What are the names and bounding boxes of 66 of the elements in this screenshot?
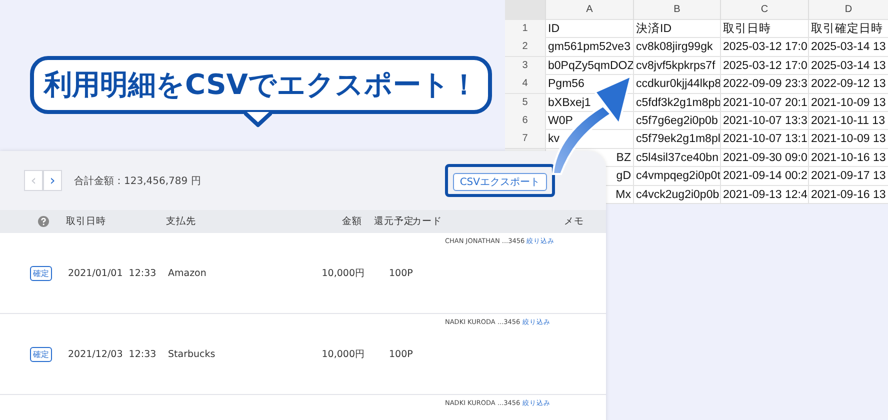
help-icon[interactable]: [38, 216, 49, 227]
row-number: 6: [505, 112, 545, 130]
sheet-cell: b0PqZy5qmDOZ: [545, 56, 633, 75]
row-number: 7: [505, 130, 545, 148]
sheet-cell: 2021-10-07 13:1: [720, 130, 808, 148]
sheet-cell: 取引確定日時: [808, 20, 888, 38]
row-number: 4: [505, 75, 545, 94]
column-header[interactable]: B: [633, 0, 720, 20]
speech-bubble: 利用明細をCSVでエクスポート！: [30, 56, 492, 114]
sheet-cell: ID: [545, 20, 633, 38]
sheet-cell: cv8jvf5kpkrps7f: [633, 56, 720, 75]
transaction-date: 2021/01/01 12:33: [68, 268, 156, 278]
row-number: 3: [505, 56, 545, 75]
bubble-tail: [244, 112, 272, 128]
sheet-cell: c5fdf3k2g1m8pb: [633, 94, 720, 112]
column-header: 金額: [342, 215, 362, 228]
column-header[interactable]: D: [808, 0, 888, 20]
sheet-cell: 2021-10-11 13: [808, 112, 888, 130]
row-number: 5: [505, 94, 545, 112]
sheet-cell: c5f7g6eg2i0p0b: [633, 112, 720, 130]
row-number: 2: [505, 38, 545, 56]
sheet-cell: c4vck2ug2i0p0b: [633, 186, 720, 204]
sheet-cell: 2022-09-09 23:3: [720, 75, 808, 94]
column-header[interactable]: C: [720, 0, 808, 20]
amount: 10,000円: [322, 266, 365, 280]
sheet-cell: 取引日時: [720, 20, 808, 38]
payee: Amazon: [168, 268, 206, 278]
sheet-cell: 2025-03-14 13: [808, 56, 888, 75]
payee: Starbucks: [168, 348, 216, 360]
column-header: カード: [412, 215, 443, 228]
column-header: メモ: [564, 215, 584, 228]
csv-export-button[interactable]: CSVエクスポート: [452, 173, 547, 191]
sheet-cell: 2021-09-17 13: [808, 167, 888, 186]
column-header: 還元予定: [373, 215, 412, 228]
reward-points: 100P: [388, 268, 413, 278]
sheet-cell: 決済ID: [633, 20, 720, 38]
sheet-cell: c4vmpqeg2i0p0t: [633, 167, 720, 186]
sheet-cell: 2021-10-07 13:3: [720, 112, 808, 130]
sheet-cell: c5l4sil37ce40bn: [633, 148, 720, 167]
sheet-cell: 2021-09-16 13: [808, 186, 888, 204]
transaction-date: 2021/12/03 12:33: [68, 348, 156, 360]
sheet-cell: 2021-10-16 13: [808, 148, 888, 167]
status-badge: 確定: [30, 346, 52, 362]
reward-points: 100P: [388, 348, 413, 360]
sheet-cell: c5f79ek2g1m8pl: [633, 130, 720, 148]
sheet-cell: 2021-10-09 13: [808, 94, 888, 112]
sheet-cell: gm561pm52ve3: [545, 38, 633, 56]
amount: 10,000円: [322, 348, 365, 360]
sheet-cell: 2021-09-30 09:0: [720, 148, 808, 167]
next-button[interactable]: ›: [43, 170, 62, 191]
status-badge: 確定: [30, 266, 52, 280]
sheet-cell: 2021-09-13 12:4: [720, 186, 808, 204]
column-header[interactable]: A: [545, 0, 633, 20]
sheet-cell: 2025-03-12 17:0: [720, 56, 808, 75]
sheet-cell: 2022-09-12 13: [808, 75, 888, 94]
sheet-cell: 2021-09-14 00:2: [720, 167, 808, 186]
column-header: 支払先: [166, 215, 197, 228]
sheet-cell: cv8k08jirg99gk: [633, 38, 720, 56]
sheet-cell: 2021-10-09 13: [808, 130, 888, 148]
row-number: 1: [505, 20, 545, 38]
sheet-cell: ccdkur0kjj44lkp8: [633, 75, 720, 94]
sheet-cell: 2025-03-14 13: [808, 38, 888, 56]
sheet-cell: 2025-03-12 17:0: [720, 38, 808, 56]
column-header: 取引日時: [66, 215, 107, 228]
total-amount: 合計金額：123,456,789 円: [74, 174, 201, 188]
sheet-cell: 2021-10-07 20:1: [720, 94, 808, 112]
